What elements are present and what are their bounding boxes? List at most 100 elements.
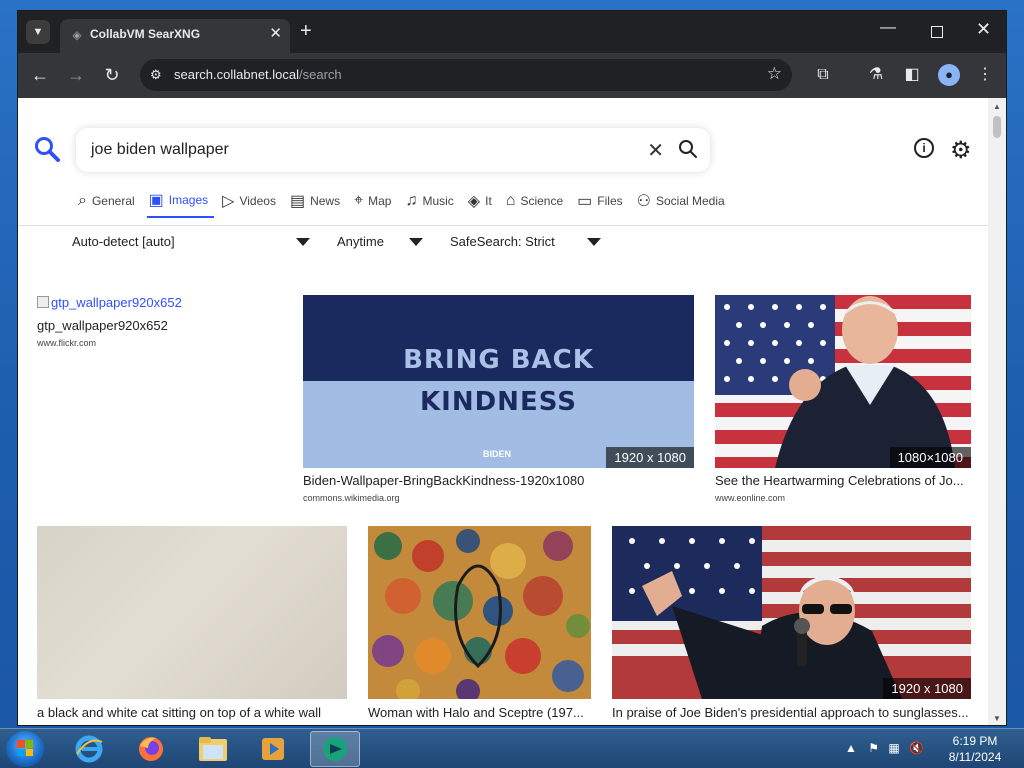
- resolution-badge: 1080×1080: [889, 447, 971, 468]
- show-hidden-icons-icon[interactable]: ▲: [845, 741, 857, 755]
- result-thumbnail[interactable]: BRING BACK KINDNESS BIDEN 1920 x 1080: [303, 295, 694, 468]
- search-input[interactable]: joe biden wallpaper: [91, 141, 229, 159]
- volume-muted-icon[interactable]: 🔇: [909, 741, 924, 755]
- image-result[interactable]: Woman with Halo and Sceptre (197...: [368, 526, 591, 725]
- maximize-button[interactable]: [931, 26, 943, 38]
- taskbar-internet-explorer[interactable]: [64, 731, 114, 767]
- clear-search-icon[interactable]: ✕: [647, 138, 664, 163]
- tab-news[interactable]: ▤ News: [288, 190, 346, 218]
- tab-files[interactable]: ▭ Files: [575, 190, 628, 218]
- safesearch-select[interactable]: SafeSearch: Strict: [450, 234, 555, 249]
- tab-images[interactable]: ▣ Images: [146, 190, 215, 218]
- result-thumbnail[interactable]: [37, 526, 347, 699]
- play-icon: ▷: [222, 193, 235, 210]
- layers-icon: ◈: [467, 193, 481, 210]
- internet-explorer-icon: [75, 735, 103, 763]
- page-content: joe biden wallpaper ✕ i ⚙ ⌕ General ▣ Imag…: [18, 98, 990, 725]
- preferences-gear-icon[interactable]: ⚙: [950, 136, 972, 165]
- search-icon: ⌕: [78, 192, 87, 209]
- photo-thumbnail: [612, 526, 971, 699]
- result-thumbnail[interactable]: 1080×1080: [715, 295, 971, 468]
- tab-title: CollabVM SearXNG: [90, 27, 201, 41]
- thumbnail-text: BRING BACK: [403, 345, 594, 375]
- taskbar-firefox[interactable]: [126, 731, 176, 767]
- clock-time: 6:19 PM: [952, 734, 998, 748]
- page-scrollbar[interactable]: ▲ ▼: [988, 98, 1006, 725]
- scroll-down-icon[interactable]: ▼: [993, 714, 1001, 723]
- thumbnail-text: KINDNESS: [420, 387, 577, 417]
- extensions-icon[interactable]: ⧉: [812, 64, 834, 86]
- windows-logo-icon: [17, 740, 33, 756]
- language-chevron-down-icon[interactable]: [296, 238, 310, 246]
- thumbnail-logo: BIDEN: [483, 449, 512, 459]
- taskbar-clock[interactable]: 6:19 PM 8/11/2024: [945, 733, 1005, 765]
- address-bar[interactable]: ⚙ search.collabnet.local/search ☆: [140, 59, 792, 91]
- language-select[interactable]: Auto-detect [auto]: [72, 234, 175, 249]
- minimize-button[interactable]: —: [880, 19, 896, 37]
- taskbar-active-app[interactable]: [310, 731, 360, 767]
- close-window-button[interactable]: ✕: [976, 19, 991, 40]
- people-icon: ⚇: [636, 193, 651, 210]
- tab-it[interactable]: ◈ It: [466, 190, 498, 218]
- time-range-select[interactable]: Anytime: [337, 234, 384, 249]
- network-icon[interactable]: ▦: [888, 741, 899, 755]
- result-title[interactable]: In praise of Joe Biden's presidential ap…: [612, 705, 971, 720]
- browser-window: ▼ ◈ CollabVM SearXNG ✕ + — ✕ ← → ↻ ⚙ sea…: [17, 10, 1007, 726]
- map-pin-icon: ⌖: [354, 192, 364, 209]
- taskbar: ▲ ⚑ ▦ 🔇 6:19 PM 8/11/2024: [0, 728, 1024, 768]
- taskbar-file-explorer[interactable]: [188, 731, 238, 767]
- clock-date: 8/11/2024: [948, 750, 1002, 764]
- safesearch-chevron-down-icon[interactable]: [587, 238, 601, 246]
- result-title[interactable]: Woman with Halo and Sceptre (197...: [368, 705, 591, 720]
- new-tab-button[interactable]: +: [300, 19, 312, 43]
- result-title[interactable]: a black and white cat sitting on top of …: [37, 705, 347, 720]
- result-title[interactable]: Biden-Wallpaper-BringBackKindness-1920x1…: [303, 473, 694, 488]
- result-title[interactable]: See the Heartwarming Celebrations of Jo.…: [715, 473, 971, 488]
- start-button[interactable]: [6, 731, 44, 767]
- browser-tab[interactable]: ◈ CollabVM SearXNG ✕: [60, 19, 290, 53]
- tab-social-media[interactable]: ⚇ Social Media: [635, 190, 731, 218]
- side-panel-icon[interactable]: ◧: [901, 64, 923, 86]
- scrollbar-thumb[interactable]: [993, 116, 1001, 138]
- image-result[interactable]: 1080×1080 See the Heartwarming Celebrati…: [715, 295, 971, 510]
- result-source: www.eonline.com: [715, 493, 786, 503]
- result-title[interactable]: gtp_wallpaper920x652: [37, 318, 287, 333]
- tab-videos[interactable]: ▷ Videos: [220, 190, 282, 218]
- tab-search-button[interactable]: ▼: [26, 20, 50, 44]
- result-thumbnail[interactable]: 1920 x 1080: [612, 526, 971, 699]
- search-submit-icon[interactable]: [678, 139, 698, 159]
- result-thumbnail[interactable]: [368, 526, 591, 699]
- reload-button[interactable]: ↻: [100, 63, 124, 87]
- tab-music[interactable]: ♫ Music: [403, 190, 459, 218]
- category-tabs: ⌕ General ▣ Images ▷ Videos ▤ News ⌖ Map ♫ Mus…: [76, 190, 737, 218]
- scroll-up-icon[interactable]: ▲: [993, 102, 1001, 111]
- media-player-icon: [262, 738, 284, 760]
- taskbar-media-player[interactable]: [248, 731, 298, 767]
- labs-flask-icon[interactable]: ⚗: [865, 64, 887, 86]
- action-center-flag-icon[interactable]: ⚑: [868, 741, 879, 755]
- searxng-logo-icon[interactable]: [34, 136, 60, 162]
- forward-button[interactable]: →: [64, 63, 88, 87]
- profile-avatar-icon[interactable]: ●: [938, 64, 960, 86]
- tab-map[interactable]: ⌖ Map: [352, 190, 397, 218]
- image-result[interactable]: BRING BACK KINDNESS BIDEN 1920 x 1080 Bi…: [303, 295, 694, 510]
- image-result[interactable]: 1920 x 1080 In praise of Joe Biden's pre…: [612, 526, 971, 725]
- resolution-badge: 1920 x 1080: [606, 447, 694, 468]
- tab-science[interactable]: ⌂ Science: [504, 190, 569, 218]
- tab-close-icon[interactable]: ✕: [269, 24, 282, 42]
- collabvm-app-icon: [323, 737, 347, 761]
- menu-kebab-icon[interactable]: ⋮: [974, 64, 996, 86]
- photo-thumbnail: [715, 295, 971, 468]
- files-icon: ▭: [577, 193, 593, 210]
- search-box: joe biden wallpaper ✕: [76, 128, 710, 172]
- image-result[interactable]: a black and white cat sitting on top of …: [37, 526, 347, 725]
- site-info-icon[interactable]: ⚙: [150, 67, 162, 83]
- info-icon[interactable]: i: [914, 138, 934, 158]
- time-chevron-down-icon[interactable]: [409, 238, 423, 246]
- bookmark-star-icon[interactable]: ☆: [767, 64, 782, 84]
- image-result[interactable]: gtp_wallpaper920x652 gtp_wallpaper920x65…: [37, 295, 287, 355]
- tab-general[interactable]: ⌕ General: [76, 190, 141, 218]
- broken-image[interactable]: gtp_wallpaper920x652: [37, 295, 182, 310]
- back-button[interactable]: ←: [28, 63, 52, 87]
- url-text[interactable]: search.collabnet.local/search: [174, 67, 342, 82]
